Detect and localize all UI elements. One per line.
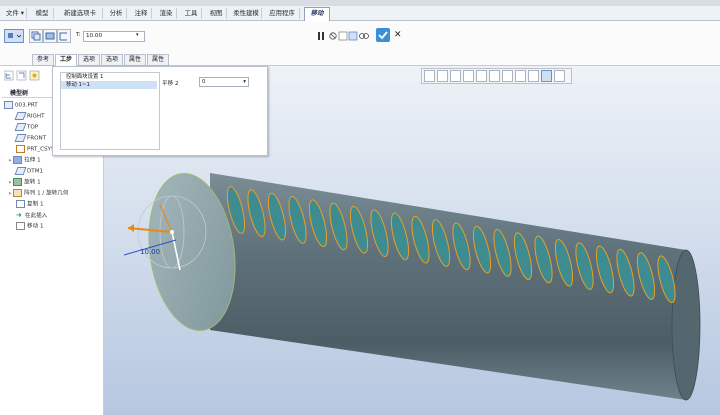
tab-conditions[interactable]: 选项: [101, 54, 123, 66]
menu-bar: 文件 ▾ 模型 新建选项卡 分析 注释 渲染 工具 视图 柔性建模 应用程序 移…: [0, 6, 720, 21]
tree-item-right[interactable]: RIGHT: [14, 112, 45, 121]
datum-display-icon[interactable]: [528, 70, 539, 82]
preview-controls-icon[interactable]: [329, 31, 369, 41]
chevron-down-icon[interactable]: ▾: [136, 32, 139, 38]
saved-views-icon[interactable]: [489, 70, 500, 82]
datum-plane-icon: [14, 112, 27, 120]
move-type-dropdown[interactable]: [4, 29, 24, 43]
tree-item-front[interactable]: FRONT: [14, 134, 46, 143]
dimension-label[interactable]: 10.00: [140, 248, 160, 256]
t-label: T:: [76, 32, 81, 38]
menu-flexible-modeling[interactable]: 柔性建模: [231, 8, 262, 19]
insert-arrow-icon: ➜: [16, 211, 22, 219]
tab-properties[interactable]: 属性: [147, 54, 169, 66]
checkmark-icon: [378, 31, 388, 40]
tree-item-insert-here[interactable]: ➜ 在此插入: [16, 211, 47, 220]
tree-toolbar-icons[interactable]: [4, 70, 44, 82]
part-icon: [4, 101, 13, 109]
tab-references[interactable]: 参考: [32, 54, 54, 66]
revolve-icon: [13, 178, 23, 186]
menu-file[interactable]: 文件 ▾: [4, 8, 27, 19]
direction-icon-button[interactable]: [57, 29, 71, 43]
motion-list-item-selected[interactable]: 移动 1~1: [61, 81, 157, 89]
copy-icon-button[interactable]: [29, 29, 43, 43]
move-icon: [16, 222, 25, 230]
menu-analysis[interactable]: 分析: [106, 8, 127, 19]
plane-icon: [45, 32, 55, 40]
menu-applications[interactable]: 应用程序: [265, 8, 300, 19]
extrude-icon: [13, 156, 23, 164]
chevron-down-icon: ▾: [243, 79, 246, 85]
tree-item-pattern[interactable]: ▸ 阵列 1 / 旋转几何: [9, 189, 68, 198]
tree-item-copy[interactable]: 复制 1: [16, 200, 44, 209]
menu-move-active[interactable]: 移动: [304, 7, 330, 21]
pattern-icon: [13, 189, 23, 197]
zoom-in-icon[interactable]: [437, 70, 448, 82]
menu-tools[interactable]: 工具: [181, 8, 202, 19]
plane-icon-button[interactable]: [43, 29, 57, 43]
translate-select[interactable]: 0 ▾: [199, 77, 249, 87]
display-style-icon[interactable]: [476, 70, 487, 82]
perspective-icon[interactable]: [515, 70, 526, 82]
coordinate-system-icon: [16, 145, 25, 153]
pause-icon[interactable]: [317, 32, 325, 40]
copy-icon: [31, 31, 41, 41]
cylinder-far-end: [671, 249, 701, 401]
tree-item-dtm1[interactable]: DTM1: [14, 167, 43, 176]
tab-options-2[interactable]: 属性: [124, 54, 146, 66]
view-manager-icon[interactable]: [502, 70, 513, 82]
datum-plane-icon: [14, 123, 27, 131]
datum-plane-icon: [14, 134, 27, 142]
ok-button[interactable]: [376, 28, 390, 42]
model-tree-title: 模型树: [10, 90, 29, 97]
tab-steps[interactable]: 工步: [55, 54, 77, 66]
menu-view[interactable]: 视图: [206, 8, 227, 19]
tree-item-extrude[interactable]: ▸ 拉伸 1: [9, 156, 41, 165]
menu-annotate[interactable]: 注释: [131, 8, 152, 19]
tree-item-move[interactable]: 移动 1: [16, 222, 44, 231]
zoom-out-icon[interactable]: [450, 70, 461, 82]
menu-render[interactable]: 渲染: [156, 8, 177, 19]
annotation-display-icon[interactable]: [554, 70, 565, 82]
tree-item-root[interactable]: 003.PRT: [4, 101, 38, 110]
refit-icon[interactable]: [424, 70, 435, 82]
tab-options[interactable]: 选项: [78, 54, 100, 66]
repaint-icon[interactable]: [463, 70, 474, 82]
spin-center-icon[interactable]: [541, 70, 552, 82]
tree-item-revolve[interactable]: ▸ 旋转 1: [9, 178, 41, 187]
cancel-button[interactable]: ✕: [394, 30, 402, 40]
datum-plane-icon: [14, 167, 27, 175]
tree-item-top[interactable]: TOP: [14, 123, 38, 132]
menu-model[interactable]: 模型: [31, 8, 54, 19]
menu-new-tab[interactable]: 新建选项卡: [58, 8, 103, 19]
translate-label: 平移 2: [162, 81, 179, 87]
motion-list-item[interactable]: 控制面块设置 1: [61, 73, 157, 81]
move-type-icon: [8, 33, 22, 38]
direction-icon: [59, 32, 67, 41]
copy-geometry-icon: [16, 200, 25, 208]
